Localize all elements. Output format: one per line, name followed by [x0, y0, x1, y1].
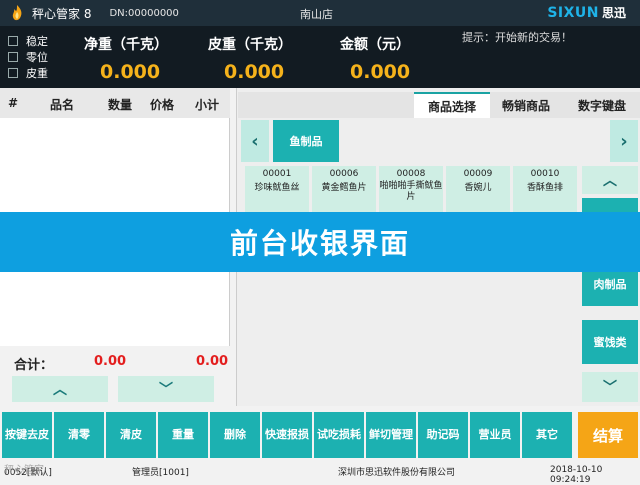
product-code: 00006 [329, 169, 359, 179]
chevron-up-icon: ︿ [603, 173, 617, 189]
stable-checkbox [8, 36, 18, 46]
net-weight-label: 净重（千克） [84, 37, 168, 53]
product-code: 00010 [530, 169, 560, 179]
category-prev-button[interactable]: ‹ [241, 120, 269, 162]
chevron-down-icon: ﹀ [603, 380, 617, 396]
brand-logo: SIXUN 思迅 [547, 4, 626, 21]
product-tile[interactable]: 00006 黄金鳕鱼片 [312, 166, 376, 212]
column-header: 品名 [50, 98, 75, 112]
chevron-up-icon: ︿ [53, 382, 67, 398]
tab-goods-select[interactable]: 商品选择 [414, 92, 490, 118]
product-name: 啪啪啪手撕鱿鱼片 [379, 181, 443, 202]
tab-numeric-keypad[interactable]: 数字键盘 [568, 92, 636, 118]
checkout-button[interactable]: 结算 [578, 412, 638, 458]
operator: 管理员[1001] [132, 468, 189, 478]
amount-label: 金额（元） [340, 37, 410, 53]
order-scroll-up-button[interactable]: ︿ [12, 376, 108, 402]
product-name: 珍味鱿鱼丝 [254, 183, 300, 193]
category-next-button[interactable]: › [610, 120, 638, 162]
fresh-cut-button[interactable]: 鲜切管理 [366, 412, 416, 458]
column-header: 数量 [108, 98, 133, 112]
logo-icon [12, 5, 22, 21]
tare-checkbox [8, 68, 18, 78]
column-header: # [8, 96, 19, 110]
tare-key-button[interactable]: 按键去皮 [2, 412, 52, 458]
title-bar: 秤心管家 8 DN:00000000 南山店 SIXUN 思迅 [0, 0, 640, 26]
brand-zh: 思迅 [601, 6, 626, 20]
device-number: DN:00000000 [109, 7, 179, 19]
column-header: 价格 [150, 98, 175, 112]
watermark: 秤心管家 [4, 465, 44, 476]
product-code: 00008 [396, 169, 426, 179]
brand-en: SIXUN [547, 4, 599, 21]
total-amount: 0.00 [196, 354, 229, 369]
amount-value: 0.000 [350, 61, 411, 83]
order-scroll-down-button[interactable]: ﹀ [118, 376, 214, 402]
product-code: 00001 [262, 169, 292, 179]
flag-stable: 稳定 [8, 33, 48, 49]
tare-weight-value: 0.000 [224, 61, 285, 83]
chevron-left-icon: ‹ [251, 130, 259, 152]
flag-tare: 皮重 [8, 65, 48, 81]
company-name: 深圳市思迅软件股份有限公司 [338, 468, 456, 478]
delete-button[interactable]: 删除 [210, 412, 260, 458]
other-button[interactable]: 其它 [522, 412, 572, 458]
product-tile[interactable]: 00010 香酥鱼排 [513, 166, 577, 212]
tare-weight-label: 皮重（千克） [208, 37, 292, 53]
chevron-right-icon: › [620, 130, 628, 152]
category-scroll-up-button[interactable]: ︿ [582, 166, 638, 194]
app-title: 秤心管家 8 [32, 6, 92, 21]
clear-tare-button[interactable]: 清皮 [106, 412, 156, 458]
product-name: 香酥鱼排 [526, 183, 563, 193]
tasting-loss-button[interactable]: 试吃损耗 [314, 412, 364, 458]
weight-button[interactable]: 重量 [158, 412, 208, 458]
flag-label: 皮重 [26, 67, 48, 80]
store-name: 南山店 [300, 8, 333, 21]
salesperson-button[interactable]: 营业员 [470, 412, 520, 458]
product-name: 黄金鳕鱼片 [321, 183, 367, 193]
category-active[interactable]: 鱼制品 [273, 120, 339, 162]
scale-panel: 稳定 零位 皮重 净重（千克） 0.000 皮重（千克） 0.000 金额（元）… [0, 26, 640, 88]
total-label: 合计： [14, 358, 54, 373]
zero-button[interactable]: 清零 [54, 412, 104, 458]
hint-text: 提示：开始新的交易！ [462, 31, 572, 44]
flag-label: 稳定 [26, 35, 48, 48]
flag-zero: 零位 [8, 49, 48, 65]
category-item-preserves[interactable]: 蜜饯类 [582, 320, 638, 364]
product-code: 00009 [463, 169, 493, 179]
column-header: 小计 [195, 98, 220, 112]
tab-bestsellers[interactable]: 畅销商品 [494, 92, 558, 118]
product-tile[interactable]: 00008 啪啪啪手撕鱿鱼片 [379, 166, 443, 212]
order-table-header: # 品名 数量 价格 小计 [0, 88, 230, 118]
product-name: 香婉儿 [464, 183, 492, 193]
zero-checkbox [8, 52, 18, 62]
mnemonic-button[interactable]: 助记码 [418, 412, 468, 458]
datetime: 2018-10-10 09:24:19 [550, 465, 603, 485]
flag-label: 零位 [26, 51, 48, 64]
status-bar: 0052[默认] 管理员[1001] 深圳市思迅软件股份有限公司 2018-10… [0, 462, 640, 485]
total-quantity: 0.00 [94, 354, 127, 369]
category-item-top[interactable] [582, 198, 638, 212]
product-tile[interactable]: 00009 香婉儿 [446, 166, 510, 212]
title-banner: 前台收银界面 [0, 212, 640, 272]
chevron-down-icon: ﹀ [159, 382, 173, 398]
quick-loss-button[interactable]: 快速报损 [262, 412, 312, 458]
net-weight-value: 0.000 [100, 61, 161, 83]
category-scroll-down-button[interactable]: ﹀ [582, 372, 638, 402]
product-tile[interactable]: 00001 珍味鱿鱼丝 [245, 166, 309, 212]
